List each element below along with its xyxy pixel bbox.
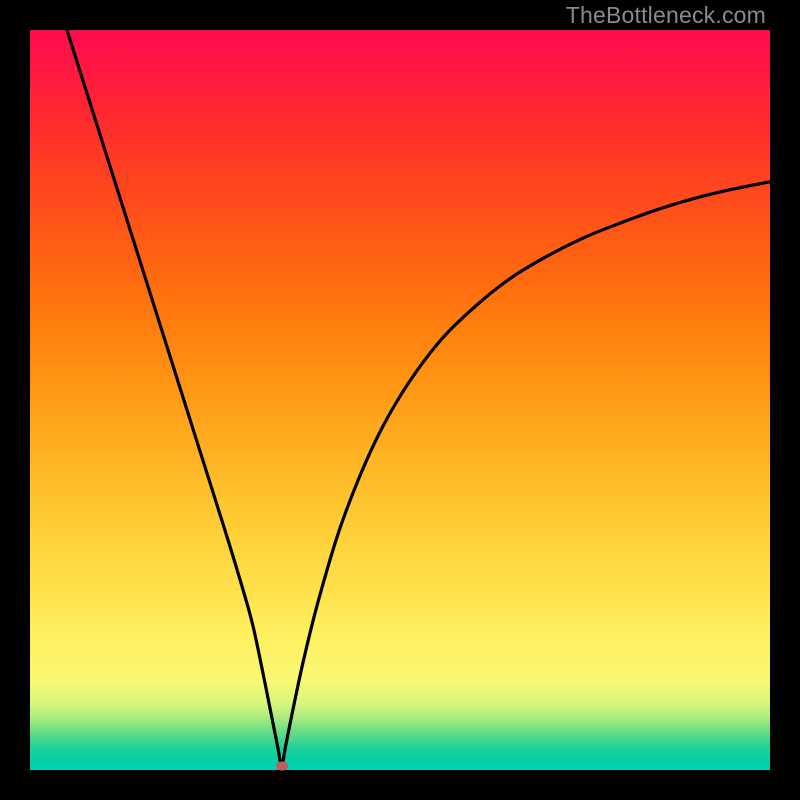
watermark-text: TheBottleneck.com — [566, 2, 766, 29]
chart-container: TheBottleneck.com — [0, 0, 800, 800]
curve-layer — [30, 30, 770, 770]
plot-area — [30, 30, 770, 770]
minimum-marker — [276, 762, 288, 771]
bottleneck-curve — [67, 30, 770, 766]
